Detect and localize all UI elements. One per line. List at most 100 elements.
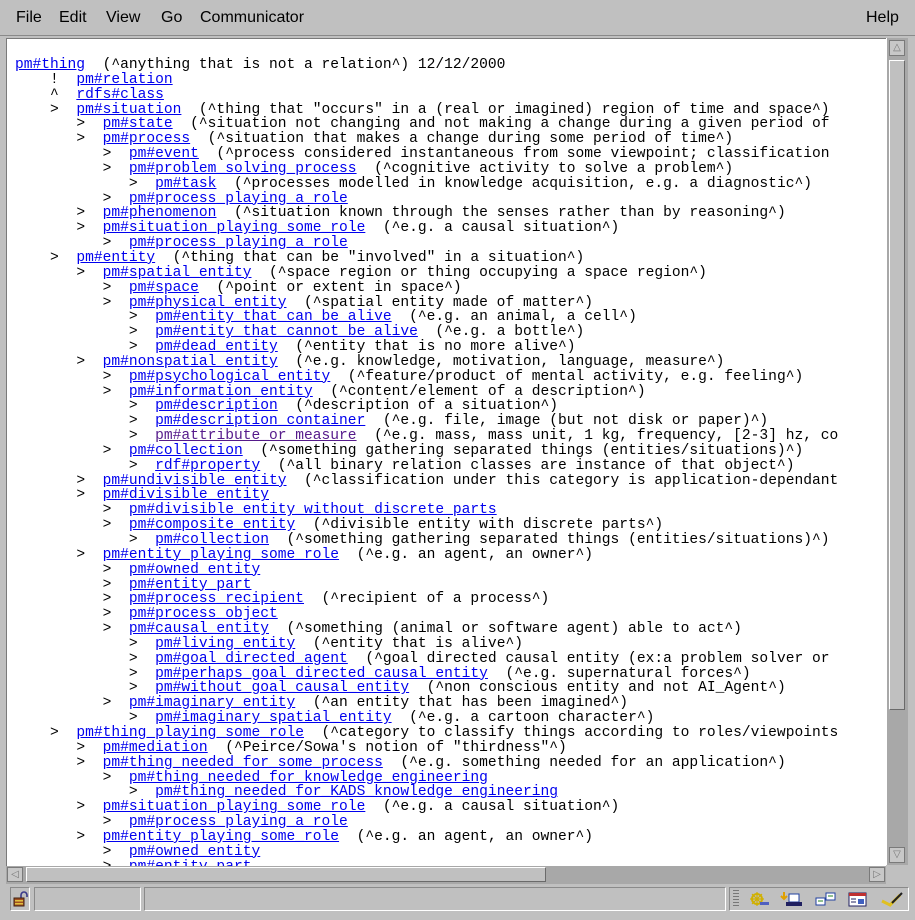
tree-link[interactable]: pm#process_playing_a_role — [129, 191, 348, 207]
tree-link[interactable]: pm#situation_playing_some_role — [103, 799, 366, 815]
tree-link[interactable]: pm#entity — [76, 250, 155, 266]
navigator-icon[interactable] — [748, 891, 770, 907]
tree-link[interactable]: pm#composite_entity — [129, 517, 295, 533]
tree-link[interactable]: pm#phenomenon — [103, 205, 217, 221]
tree-link[interactable]: pm#nonspatial_entity — [103, 354, 278, 370]
tree-link[interactable]: pm#thing_needed_for_knowledge_engineerin… — [129, 770, 488, 786]
mailbox-icon[interactable] — [780, 891, 804, 907]
scroll-up-arrow-icon[interactable]: △ — [889, 40, 905, 56]
tree-link[interactable]: pm#living_entity — [155, 636, 295, 652]
tree-link[interactable]: pm#process_recipient — [129, 591, 304, 607]
tree-row: > pm#situation_playing_some_role (^e.g. … — [15, 221, 838, 236]
menu-go[interactable]: Go — [161, 9, 182, 27]
tree-link[interactable]: pm#entity_playing_some_role — [103, 547, 339, 563]
tree-marker: > — [102, 843, 112, 860]
tree-marker: > — [76, 131, 86, 148]
scroll-down-arrow-icon[interactable]: ▽ — [889, 847, 905, 863]
tree-link[interactable]: pm#imaginary_entity — [129, 695, 295, 711]
tree-link[interactable]: pm#state — [103, 116, 173, 132]
horizontal-scroll-thumb[interactable] — [26, 867, 546, 882]
tree-link[interactable]: pm#dead_entity — [155, 339, 278, 355]
tree-link[interactable]: pm#space — [129, 280, 199, 296]
tree-link[interactable]: pm#situation_playing_some_role — [103, 220, 366, 236]
menu-edit[interactable]: Edit — [59, 9, 87, 27]
tree-comment: (^something gathering separated things (… — [242, 442, 804, 459]
tree-marker: > — [102, 442, 112, 459]
menu-view[interactable]: View — [106, 9, 140, 27]
tree-link[interactable]: pm#problem_solving_process — [129, 161, 357, 177]
tree-row: > rdf#property (^all binary relation cla… — [15, 458, 838, 474]
tree-marker: > — [128, 532, 138, 548]
tree-link[interactable]: pm#process_object — [129, 606, 278, 622]
menu-file[interactable]: File — [16, 9, 42, 27]
tree-row: > pm#composite_entity (^divisible entity… — [15, 518, 838, 533]
tree-link[interactable]: pm#owned_entity — [129, 562, 260, 578]
security-cell[interactable] — [10, 887, 30, 911]
menu-help[interactable]: Help — [866, 9, 899, 27]
tree-link[interactable]: pm#thing_needed_for_some_process — [103, 755, 383, 771]
tree-link[interactable]: pm#causal_entity — [129, 621, 269, 637]
tree-link[interactable]: pm#owned_entity — [129, 844, 260, 860]
tree-link[interactable]: pm#entity_that_cannot_be_alive — [155, 324, 418, 340]
tree-link[interactable]: pm#mediation — [103, 740, 208, 756]
tree-link[interactable]: pm#collection — [129, 443, 243, 459]
tree-link[interactable]: pm#physical_entity — [129, 295, 287, 311]
component-bar-grip-icon[interactable] — [733, 890, 739, 908]
tree-link[interactable]: pm#entity_part — [129, 859, 252, 866]
tree-marker: > — [76, 739, 86, 756]
tree-link[interactable]: rdfs#class — [76, 87, 164, 103]
address-book-icon[interactable] — [847, 891, 869, 907]
tree-link[interactable]: pm#psychological_entity — [129, 369, 330, 385]
menu-communicator[interactable]: Communicator — [200, 9, 304, 27]
tree-link[interactable]: pm#process_playing_a_role — [129, 235, 348, 251]
tree-link[interactable]: pm#perhaps_goal_directed_causal_entity — [155, 666, 488, 682]
tree-link[interactable]: pm#entity_part — [129, 577, 252, 593]
tree-link[interactable]: pm#process_playing_a_role — [129, 814, 348, 830]
tree-link[interactable]: pm#description_container — [155, 413, 365, 429]
tree-link[interactable]: pm#spatial_entity — [103, 265, 252, 281]
tree-link[interactable]: pm#entity_playing_some_role — [103, 829, 339, 845]
composer-icon[interactable] — [880, 891, 904, 907]
tree-link[interactable]: pm#undivisible_entity — [103, 473, 287, 489]
tree-link[interactable]: rdf#property — [155, 458, 260, 474]
tree-row: > pm#event (^process considered instanta… — [15, 147, 838, 162]
scroll-left-arrow-icon[interactable]: ◁ — [7, 867, 23, 882]
tree-link[interactable]: pm#task — [155, 176, 216, 192]
tree-link[interactable]: pm#divisible_entity — [103, 487, 269, 503]
tree-link[interactable]: pm#thing_needed_for_KADS_knowledge_engin… — [155, 784, 558, 800]
discussion-groups-icon[interactable] — [814, 891, 838, 907]
tree-link[interactable]: pm#thing_playing_some_role — [76, 725, 304, 741]
tree-link[interactable]: pm#relation — [76, 72, 172, 88]
tree-link[interactable]: pm#attribute_or_measure — [155, 428, 356, 444]
tree-marker: > — [102, 606, 112, 623]
tree-marker: > — [128, 665, 138, 682]
scroll-right-arrow-icon[interactable]: ▷ — [869, 867, 885, 882]
tree-link[interactable]: pm#situation — [76, 102, 181, 118]
tree-marker: > — [102, 576, 112, 593]
tree-link[interactable]: pm#without_goal_causal_entity — [155, 680, 409, 696]
tree-link[interactable]: pm#imaginary_spatial_entity — [155, 710, 391, 726]
tree-row: > pm#mediation (^Peirce/Sowa's notion of… — [15, 739, 838, 756]
tree-link[interactable]: pm#collection — [155, 532, 269, 548]
tree-link[interactable]: pm#divisible_entity_without_discrete_par… — [129, 502, 497, 518]
tree-link[interactable]: pm#process — [103, 131, 191, 147]
ontology-tree: pm#thing (^anything that is not a relati… — [15, 58, 838, 866]
vertical-scrollbar[interactable]: △ ▽ — [886, 38, 908, 865]
horizontal-scrollbar[interactable]: ◁ ▷ — [6, 866, 886, 884]
tree-link[interactable]: pm#information_entity — [129, 384, 313, 400]
vertical-scroll-thumb[interactable] — [889, 60, 905, 710]
tree-marker: > — [128, 413, 138, 430]
tree-row: > pm#collection (^something gathering se… — [15, 444, 838, 459]
tree-link[interactable]: pm#event — [129, 146, 199, 162]
tree-link[interactable]: pm#thing — [15, 57, 85, 73]
tree-link[interactable]: pm#entity_that_can_be_alive — [155, 309, 391, 325]
tree-link[interactable]: pm#goal_directed_agent — [155, 651, 348, 667]
tree-link[interactable]: pm#description — [155, 398, 278, 414]
